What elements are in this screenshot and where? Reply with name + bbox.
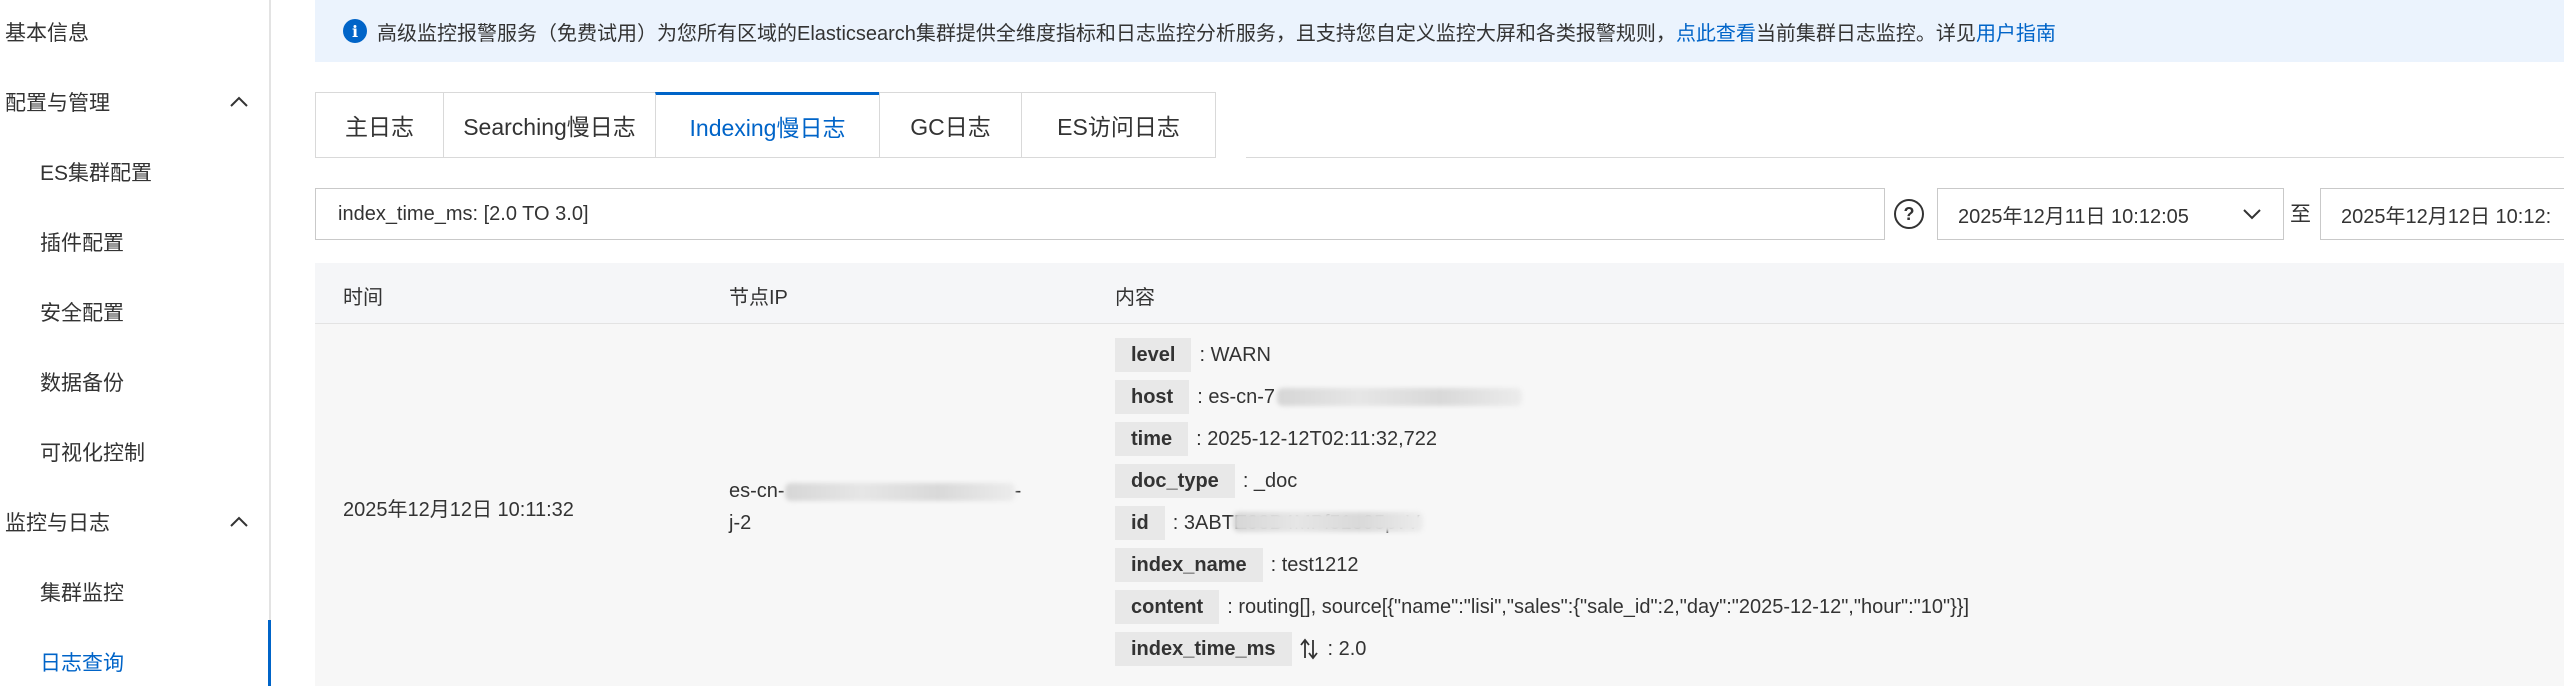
info-icon: i (343, 19, 367, 43)
sort-icon[interactable] (1298, 637, 1320, 661)
view-monitor-link[interactable]: 点此查看 (1676, 17, 1756, 46)
tab-label: 主日志 (345, 114, 414, 140)
sidebar-group-config[interactable]: 配置与管理 (0, 82, 268, 122)
field-value: : test1212 (1270, 553, 1359, 576)
field-key: index_name (1115, 548, 1263, 582)
field-value: : routing[], source[{"name":"lisi","sale… (1227, 595, 1969, 618)
help-icon[interactable]: ? (1894, 199, 1924, 229)
content-field-content: content : routing[], source[{"name":"lis… (1115, 589, 1969, 625)
query-input[interactable]: index_time_ms: [2.0 TO 3.0] (315, 188, 1885, 240)
chevron-up-icon (230, 516, 248, 527)
notice-banner: i 高级监控报警服务（免费试用）为您所有区域的Elasticsearch集群提供… (315, 0, 2564, 62)
sidebar-item-visualization[interactable]: 可视化控制 (0, 432, 268, 472)
column-header-time: 时间 (343, 287, 383, 309)
column-header-node-ip: 节点IP (729, 287, 788, 309)
sidebar-item-data-backup[interactable]: 数据备份 (0, 362, 268, 402)
sidebar-item-label: 日志查询 (40, 652, 124, 675)
table-header: 时间 节点IP 内容 (315, 263, 2564, 324)
chevron-up-icon (230, 96, 248, 107)
notice-text-mid: 当前集群日志监控。详见 (1755, 22, 1976, 45)
notice-text: 高级监控报警服务（免费试用）为您所有区域的Elasticsearch集群提供全维… (377, 22, 1676, 45)
query-text: index_time_ms: [2.0 TO 3.0] (338, 202, 589, 225)
tab-main-log[interactable]: 主日志 (315, 92, 443, 158)
date-range-separator: 至 (2290, 203, 2311, 226)
field-value: : 2.0 (1327, 637, 1367, 660)
tab-es-access-log[interactable]: ES访问日志 (1021, 92, 1216, 158)
sidebar-item-label: 监控与日志 (5, 512, 110, 535)
chevron-down-icon (2243, 209, 2261, 220)
content-field-time: time : 2025-12-12T02:11:32,722 (1115, 421, 1437, 457)
content-field-doc-type: doc_type : _doc (1115, 463, 1297, 499)
field-value: : es-cn-7 (1197, 385, 1523, 409)
field-value: : _doc (1242, 469, 1298, 492)
content-field-host: host : es-cn-7 (1115, 379, 1523, 415)
sidebar-item-label: ES集群配置 (40, 162, 153, 185)
sidebar-item-es-cluster-config[interactable]: ES集群配置 (0, 152, 268, 192)
sidebar-item-label: 基本信息 (5, 22, 89, 45)
field-key: level (1115, 338, 1192, 372)
host-value: : es-cn-7 (1197, 385, 1276, 408)
tab-label: GC日志 (910, 114, 991, 140)
node-ip-dash: - (1014, 480, 1022, 502)
start-date-value: 2025年12月11日 10:12:05 (1958, 205, 2189, 228)
column-header-content: 内容 (1115, 287, 1155, 309)
field-key: time (1115, 422, 1189, 456)
sidebar-item-plugin-config[interactable]: 插件配置 (0, 222, 268, 262)
sidebar-item-label: 安全配置 (40, 302, 124, 325)
sidebar-group-monitor-logs[interactable]: 监控与日志 (0, 502, 268, 542)
redacted-ip (784, 482, 1015, 501)
log-type-tabs: 主日志 Searching慢日志 Indexing慢日志 GC日志 ES访问日志 (315, 92, 1216, 158)
content-field-id: id : 3ABTE93B4MPf51e95pvV (1115, 505, 1423, 541)
tab-label: ES访问日志 (1057, 114, 1180, 140)
field-value: : 3ABTE93B4MPf51e95pvV (1173, 511, 1423, 535)
sidebar: 基本信息 配置与管理 ES集群配置 插件配置 安全配置 数据备份 可视化控制 监… (0, 0, 271, 686)
tab-label: Indexing慢日志 (689, 115, 846, 141)
field-key: content (1115, 590, 1220, 624)
node-ip: es-cn- - j-2 (729, 475, 1021, 539)
field-key: host (1115, 380, 1190, 414)
start-date-picker[interactable]: 2025年12月11日 10:12:05 (1937, 188, 2284, 240)
field-value: : WARN (1199, 343, 1271, 366)
node-ip-prefix: es-cn- (729, 480, 785, 502)
content-field-index-time-ms: index_time_ms : 2.0 (1115, 631, 1366, 667)
tab-searching-slow-log[interactable]: Searching慢日志 (443, 92, 655, 158)
sidebar-item-label: 数据备份 (40, 372, 124, 395)
sidebar-active-indicator (268, 620, 271, 686)
sidebar-item-label: 插件配置 (40, 232, 124, 255)
user-guide-link[interactable]: 用户指南 (1976, 17, 2056, 46)
end-date-picker[interactable]: 2025年12月12日 10:12: (2320, 188, 2564, 240)
redacted-host (1277, 388, 1523, 406)
sidebar-item-cluster-monitor[interactable]: 集群监控 (0, 572, 268, 612)
sidebar-item-basic-info[interactable]: 基本信息 (0, 12, 268, 52)
tab-indexing-slow-log[interactable]: Indexing慢日志 (655, 92, 879, 158)
sidebar-item-label: 配置与管理 (5, 92, 110, 115)
sidebar-item-log-query[interactable]: 日志查询 (0, 642, 268, 682)
content-field-level: level : WARN (1115, 337, 1271, 373)
tab-label: Searching慢日志 (463, 114, 636, 140)
end-date-value: 2025年12月12日 10:12: (2341, 205, 2552, 228)
redacted-id (1232, 511, 1423, 532)
node-ip-suffix: j-2 (729, 512, 752, 534)
field-key: index_time_ms (1115, 632, 1292, 666)
sidebar-item-security-config[interactable]: 安全配置 (0, 292, 268, 332)
tab-gc-log[interactable]: GC日志 (879, 92, 1021, 158)
field-key: doc_type (1115, 464, 1235, 498)
content-field-index-name: index_name : test1212 (1115, 547, 1358, 583)
field-value: : 2025-12-12T02:11:32,722 (1196, 427, 1438, 450)
sidebar-item-label: 可视化控制 (40, 442, 145, 465)
tabs-divider (1246, 157, 2564, 158)
log-time: 2025年12月12日 10:11:32 (343, 499, 574, 521)
sidebar-item-label: 集群监控 (40, 582, 124, 605)
field-key: id (1115, 506, 1165, 540)
